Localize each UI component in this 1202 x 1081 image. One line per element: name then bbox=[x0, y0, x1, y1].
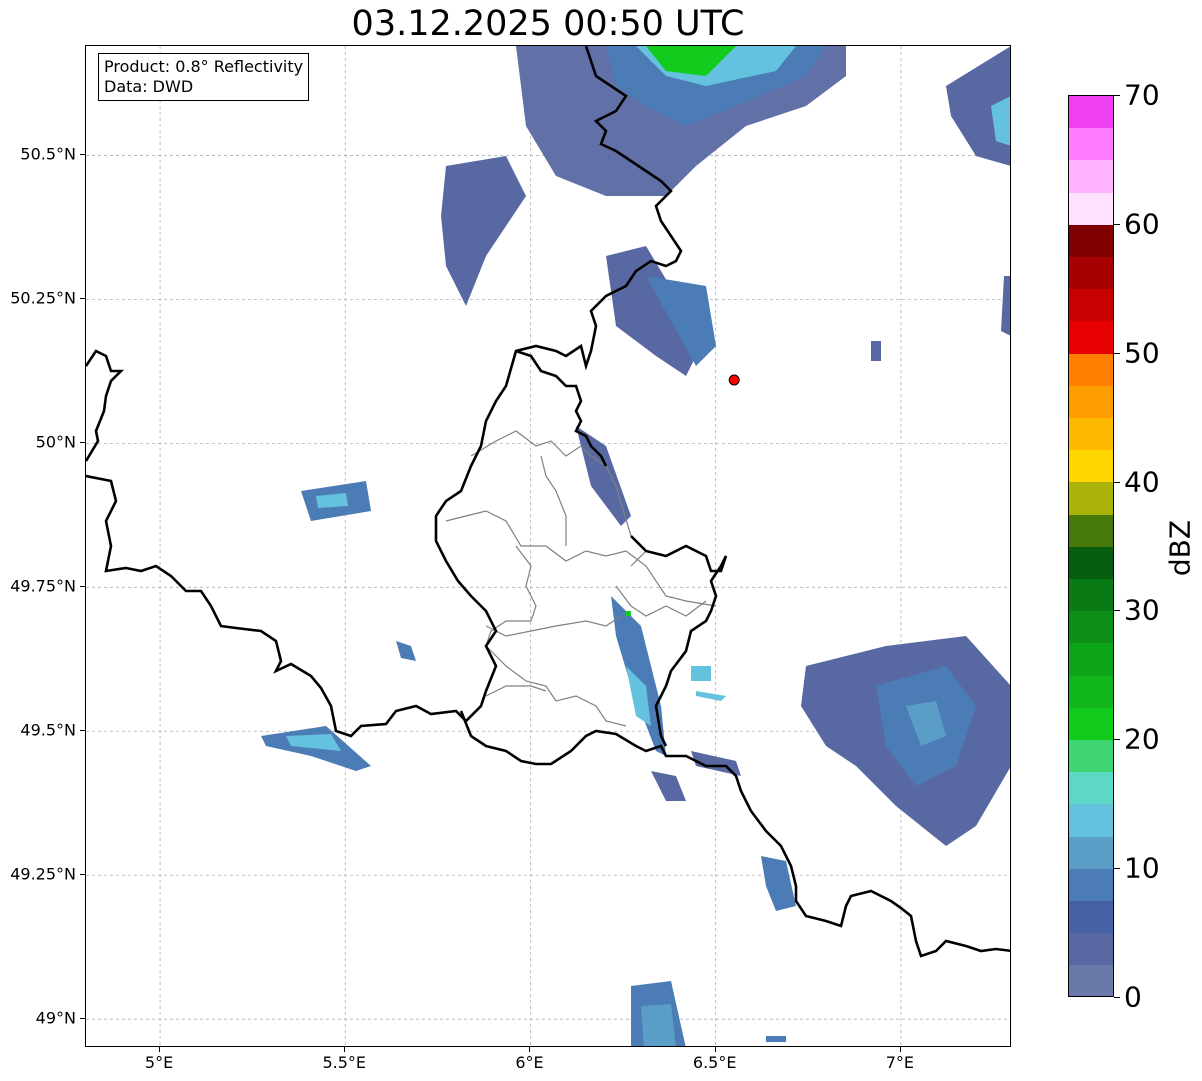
colorbar-tick bbox=[1114, 868, 1120, 870]
lat-tick-label: 49°N bbox=[35, 1008, 76, 1028]
colorbar-segment bbox=[1069, 482, 1113, 515]
lat-tick-label: 49.25°N bbox=[10, 864, 76, 884]
colorbar-tick bbox=[1114, 481, 1120, 483]
echo-lux-band bbox=[611, 596, 666, 756]
precipitation-echoes bbox=[261, 46, 1010, 1046]
colorbar-tick-label: 20 bbox=[1124, 722, 1160, 756]
lon-tick bbox=[344, 1047, 346, 1052]
colorbar-segment bbox=[1069, 192, 1113, 225]
colorbar-segment bbox=[1069, 643, 1113, 676]
admin-boundary-south bbox=[485, 615, 622, 637]
colorbar-segment bbox=[1069, 450, 1113, 483]
echo-mid-band bbox=[576, 426, 631, 526]
colorbar-tick-label: 0 bbox=[1124, 980, 1142, 1014]
echo-small-east-2 bbox=[696, 691, 726, 701]
colorbar-segment bbox=[1069, 707, 1113, 741]
echo-south-central bbox=[651, 771, 686, 801]
graticule bbox=[86, 46, 1010, 1046]
colorbar-segment bbox=[1069, 611, 1113, 644]
colorbar-segment bbox=[1069, 128, 1113, 161]
admin-boundary-mid bbox=[445, 510, 717, 607]
lon-tick-label: 7°E bbox=[885, 1053, 915, 1072]
colorbar-tick-label: 10 bbox=[1124, 851, 1160, 885]
echo-small-east bbox=[691, 666, 711, 681]
product-info-box: Product: 0.8° Reflectivity Data: DWD bbox=[98, 53, 310, 101]
colorbar-segment bbox=[1069, 385, 1113, 419]
colorbar-title: dBZ bbox=[1163, 519, 1197, 577]
lat-tick bbox=[80, 730, 85, 732]
colorbar-tick-label: 50 bbox=[1124, 336, 1160, 370]
map-title: 03.12.2025 00:50 UTC bbox=[351, 4, 745, 44]
admin-boundary-sw bbox=[485, 685, 547, 697]
colorbar-segment bbox=[1069, 901, 1113, 934]
colorbar bbox=[1068, 95, 1114, 997]
colorbar-tick bbox=[1114, 352, 1120, 354]
colorbar-segment bbox=[1069, 868, 1113, 902]
lon-tick-label: 6.5°E bbox=[692, 1053, 737, 1072]
colorbar-segment bbox=[1069, 740, 1113, 773]
echo-mid-small bbox=[871, 341, 881, 361]
lat-tick-label: 50.25°N bbox=[10, 288, 76, 308]
admin-boundaries bbox=[445, 430, 717, 727]
colorbar-tick bbox=[1114, 610, 1120, 612]
colorbar-tick bbox=[1114, 997, 1120, 998]
radar-map[interactable] bbox=[85, 45, 1011, 1047]
lat-tick bbox=[80, 1018, 85, 1020]
colorbar-segment bbox=[1069, 675, 1113, 708]
echo-west-north bbox=[441, 156, 526, 306]
colorbar-segment bbox=[1069, 933, 1113, 966]
echo-right-small bbox=[1001, 276, 1010, 336]
lon-tick bbox=[899, 1047, 901, 1052]
lon-tick-label: 6°E bbox=[515, 1053, 544, 1072]
colorbar-segment bbox=[1069, 772, 1113, 805]
colorbar-tick bbox=[1114, 223, 1120, 225]
colorbar-tick-label: 70 bbox=[1124, 78, 1160, 112]
border-be-fr-west bbox=[86, 349, 125, 462]
lon-tick bbox=[159, 1047, 161, 1052]
echo-sw-small bbox=[396, 641, 416, 661]
lat-tick bbox=[80, 442, 85, 444]
echo-bottom-right-dot bbox=[766, 1036, 786, 1042]
map-canvas bbox=[86, 46, 1010, 1046]
data-source-label: Data: DWD bbox=[104, 77, 194, 96]
colorbar-tick-label: 40 bbox=[1124, 465, 1160, 499]
echo-south-bottom-core bbox=[641, 1004, 676, 1046]
colorbar-segment bbox=[1069, 579, 1113, 612]
colorbar-segment bbox=[1069, 257, 1113, 290]
colorbar-tick bbox=[1114, 95, 1120, 96]
radar-site-marker[interactable] bbox=[728, 374, 740, 386]
colorbar-segment bbox=[1069, 353, 1113, 386]
lat-tick-label: 50.5°N bbox=[20, 144, 76, 164]
national-borders bbox=[86, 46, 1010, 958]
colorbar-segment bbox=[1069, 418, 1113, 451]
colorbar-tick-label: 60 bbox=[1124, 207, 1160, 241]
colorbar-segment bbox=[1069, 160, 1113, 193]
lat-tick-label: 49.5°N bbox=[20, 720, 76, 740]
lon-tick bbox=[714, 1047, 716, 1052]
colorbar-segment bbox=[1069, 965, 1113, 996]
colorbar-segment bbox=[1069, 546, 1113, 580]
admin-boundary-central bbox=[540, 455, 567, 546]
lon-tick-label: 5.5°E bbox=[322, 1053, 367, 1072]
lon-tick-label: 5°E bbox=[144, 1053, 174, 1072]
lat-tick bbox=[80, 874, 85, 876]
border-lux-north bbox=[515, 349, 608, 467]
colorbar-segment bbox=[1069, 321, 1113, 354]
colorbar-segment bbox=[1069, 224, 1113, 258]
lat-tick bbox=[80, 586, 85, 588]
colorbar-segment bbox=[1069, 514, 1113, 547]
lat-tick-label: 50°N bbox=[35, 432, 76, 452]
lat-tick bbox=[80, 154, 85, 156]
lat-tick bbox=[80, 298, 85, 300]
colorbar-segment bbox=[1069, 804, 1113, 837]
colorbar-segment bbox=[1069, 96, 1113, 129]
colorbar-segment bbox=[1069, 836, 1113, 869]
colorbar-segment bbox=[1069, 289, 1113, 322]
lat-tick-label: 49.75°N bbox=[10, 576, 76, 596]
colorbar-tick-label: 30 bbox=[1124, 593, 1160, 627]
lon-tick bbox=[529, 1047, 531, 1052]
product-label: Product: 0.8° Reflectivity bbox=[104, 57, 304, 76]
echo-green-dot bbox=[626, 611, 631, 616]
colorbar-tick bbox=[1114, 739, 1120, 741]
